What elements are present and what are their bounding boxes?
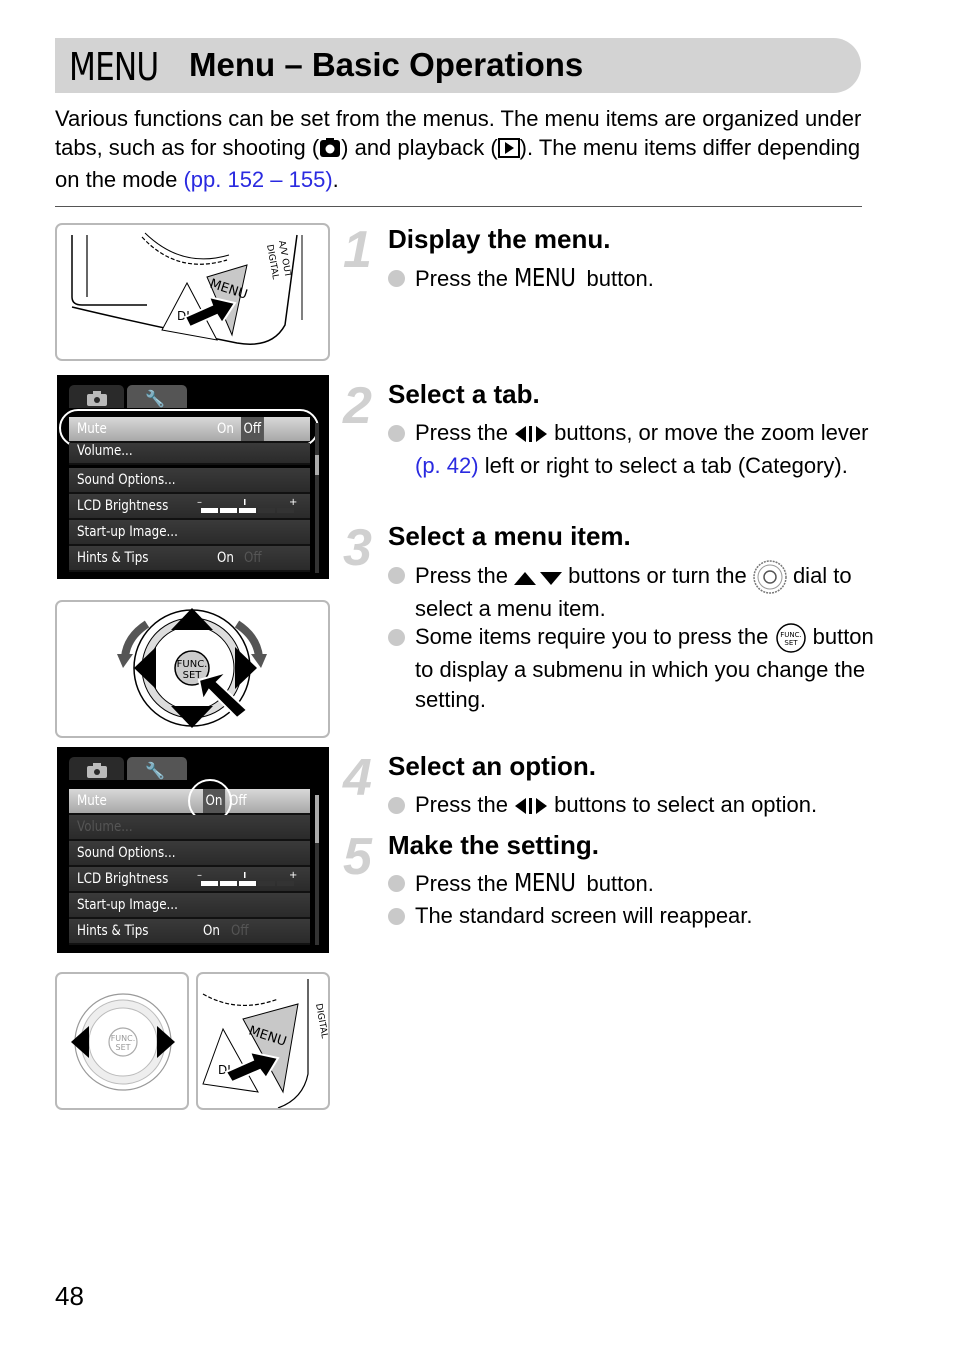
svg-text:–: – bbox=[197, 497, 202, 508]
control-dial-illustration: FUNC. SET bbox=[55, 600, 330, 738]
step-title: Display the menu. bbox=[388, 224, 611, 254]
menu-row-sound-options[interactable]: Sound Options... bbox=[69, 841, 310, 867]
menu-row-sound-options[interactable]: Sound Options... bbox=[69, 468, 310, 494]
page-number: 48 bbox=[55, 1281, 84, 1311]
menu-button-glyph: MENU bbox=[514, 868, 576, 897]
svg-text:DIGITAL: DIGITAL bbox=[313, 1003, 328, 1039]
svg-text:🔧: 🔧 bbox=[145, 761, 165, 780]
svg-text:SET: SET bbox=[784, 639, 798, 647]
step-number: 4 bbox=[343, 749, 372, 807]
step-number: 1 bbox=[343, 221, 372, 279]
svg-text:FUNC.: FUNC. bbox=[177, 659, 208, 670]
menu-row-volume[interactable]: Volume... bbox=[69, 443, 310, 465]
camera-menu-screen-b: 🔧 Mute On Off Volume... Sound Options...… bbox=[57, 747, 329, 953]
svg-text:+: + bbox=[289, 497, 297, 508]
menu-row-startup-image[interactable]: Start-up Image... bbox=[69, 520, 310, 546]
page-link[interactable]: (pp. 152 – 155) bbox=[183, 167, 332, 192]
menu-row-startup-image[interactable]: Start-up Image... bbox=[69, 893, 310, 919]
camera-icon bbox=[319, 136, 341, 165]
left-right-arrows-icon bbox=[514, 793, 548, 823]
svg-text:🔧: 🔧 bbox=[145, 389, 165, 408]
bullet: Press the buttons, or move the zoom leve… bbox=[388, 418, 885, 481]
highlight-ring bbox=[59, 409, 319, 447]
step-title: Select an option. bbox=[388, 751, 597, 781]
func-set-icon: FUNC. SET bbox=[775, 622, 807, 655]
step-number: 2 bbox=[343, 377, 372, 435]
divider bbox=[55, 206, 862, 207]
svg-text:FUNC.: FUNC. bbox=[780, 631, 802, 639]
menu-row-hints-tips[interactable]: Hints & Tips On Off bbox=[69, 546, 310, 572]
bullet: The standard screen will reappear. bbox=[388, 901, 753, 931]
bullet: Press the buttons to select an option. bbox=[388, 790, 895, 823]
bullet: Press the MENU button. bbox=[388, 263, 654, 294]
shooting-tab[interactable] bbox=[69, 757, 124, 780]
svg-text:SET: SET bbox=[115, 1043, 130, 1052]
scrollbar[interactable] bbox=[315, 423, 319, 573]
shooting-tab[interactable] bbox=[69, 385, 124, 408]
dial-left-right-illustration: FUNC. SET bbox=[55, 972, 189, 1110]
title-bar: MENU Menu – Basic Operations bbox=[55, 38, 861, 93]
step-title: Select a tab. bbox=[388, 379, 540, 409]
step-title: Select a menu item. bbox=[388, 521, 631, 551]
bullet: Press the MENU button. bbox=[388, 868, 654, 899]
menu-row-lcd-brightness[interactable]: LCD Brightness – + bbox=[69, 494, 310, 520]
left-right-arrows-icon bbox=[514, 421, 548, 451]
scrollbar[interactable] bbox=[315, 795, 319, 945]
play-icon bbox=[497, 136, 520, 165]
step-title: Make the setting. bbox=[388, 830, 599, 860]
svg-text:+: + bbox=[289, 870, 297, 881]
page-title: Menu – Basic Operations bbox=[189, 46, 584, 83]
control-dial-icon bbox=[753, 560, 787, 594]
svg-text:–: – bbox=[197, 870, 202, 881]
page-link[interactable]: (p. 42) bbox=[415, 453, 479, 478]
step-number: 3 bbox=[343, 519, 372, 577]
menu-row-hints-tips[interactable]: Hints & Tips On Off bbox=[69, 919, 310, 945]
bullet: Some items require you to press the FUNC… bbox=[388, 622, 885, 715]
menu-row-volume[interactable]: Volume... bbox=[69, 815, 310, 841]
menu-button-illustration-2: MENU DI DIGITAL bbox=[196, 972, 330, 1110]
bullet: Press the buttons or turn the dial to se… bbox=[388, 560, 885, 624]
settings-tab[interactable]: 🔧 bbox=[127, 757, 187, 780]
menu-row-lcd-brightness[interactable]: LCD Brightness – + bbox=[69, 867, 310, 893]
intro-paragraph: Various functions can be set from the me… bbox=[55, 106, 862, 192]
up-down-arrows-icon bbox=[514, 564, 563, 594]
menu-glyph: MENU bbox=[69, 45, 159, 89]
camera-menu-screen-a: 🔧 Mute On Off Volume... Sound Options...… bbox=[57, 375, 329, 579]
settings-tab[interactable]: 🔧 bbox=[127, 385, 187, 408]
menu-button-glyph: MENU bbox=[514, 263, 576, 292]
menu-button-illustration: MENU DI A/V OUT DIGITAL bbox=[55, 223, 330, 361]
svg-text:FUNC.: FUNC. bbox=[111, 1034, 136, 1043]
step-number: 5 bbox=[343, 828, 372, 886]
